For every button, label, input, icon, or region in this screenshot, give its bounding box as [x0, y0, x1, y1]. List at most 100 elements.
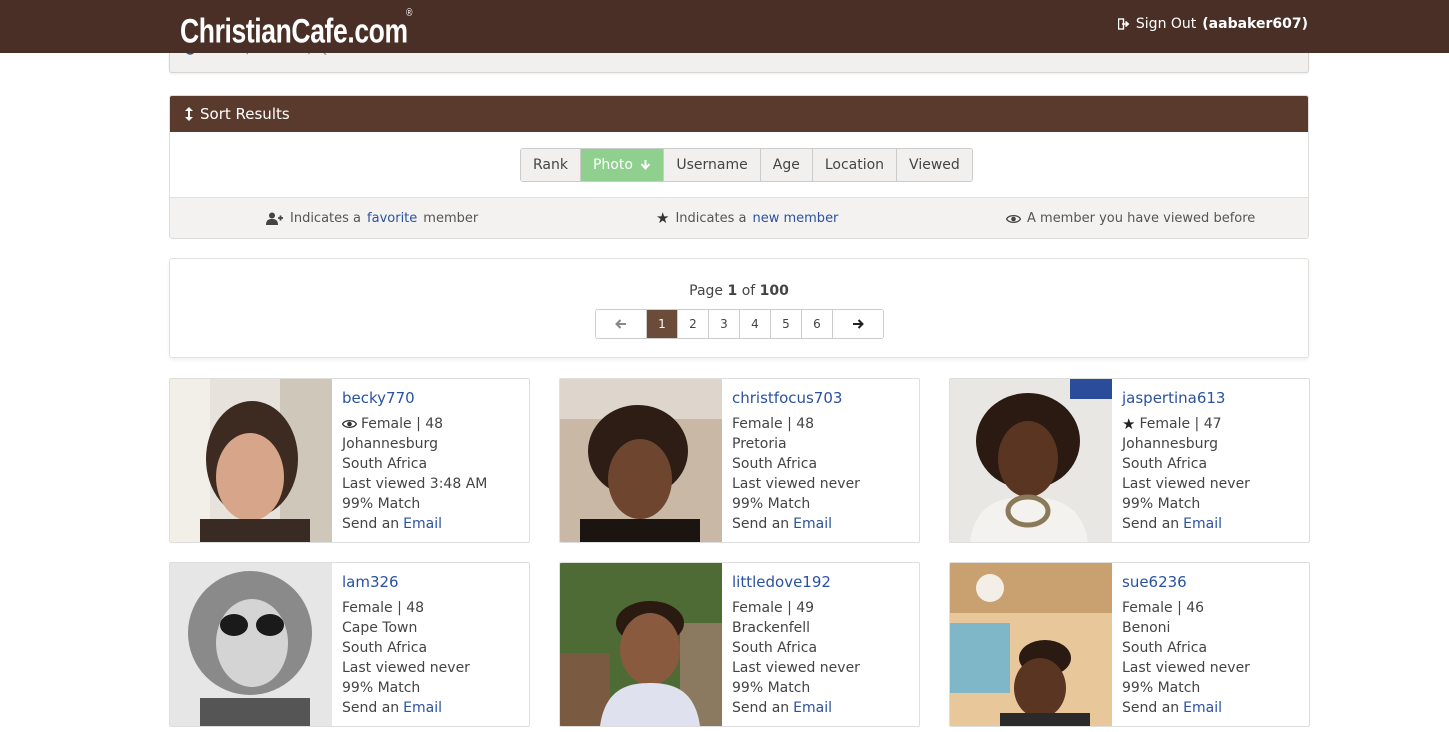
- page-6-button[interactable]: 6: [802, 310, 833, 338]
- sort-rank-button[interactable]: Rank: [521, 149, 581, 181]
- member-card: christfocus703 Female | 48 Pretoria Sout…: [559, 378, 920, 543]
- sort-username-button[interactable]: Username: [664, 149, 761, 181]
- member-city: Cape Town: [342, 620, 418, 636]
- sort-results-panel: Sort Results Rank Photo Username Age Loc…: [169, 95, 1309, 239]
- member-photo[interactable]: [950, 379, 1112, 542]
- member-username-link[interactable]: lam326: [342, 572, 470, 592]
- eye-icon: [342, 419, 357, 429]
- send-email-link[interactable]: Email: [1183, 514, 1222, 534]
- sort-button-group: Rank Photo Username Age Location Viewed: [520, 148, 973, 182]
- eye-icon: [1006, 214, 1021, 223]
- favorite-link[interactable]: favorite: [367, 211, 417, 226]
- member-country: South Africa: [342, 456, 428, 472]
- signed-in-username: (aabaker607): [1202, 16, 1308, 32]
- member-card: sue6236 Female | 46 Benoni South Africa …: [949, 562, 1310, 727]
- sort-results-title: Sort Results: [200, 105, 290, 123]
- member-city: Pretoria: [732, 436, 787, 452]
- registered-mark: ®: [406, 7, 413, 19]
- arrow-right-icon: [853, 319, 864, 329]
- member-send-email: Send an Email: [732, 698, 833, 718]
- member-info: jaspertina613 ★ Female | 47 Johannesburg…: [1122, 388, 1250, 534]
- new-member-link[interactable]: new member: [752, 211, 838, 226]
- send-email-link[interactable]: Email: [793, 514, 832, 534]
- member-gender-age: Female | 48: [342, 600, 425, 616]
- page-2-button[interactable]: 2: [678, 310, 709, 338]
- member-last-viewed: Last viewed never: [1122, 476, 1250, 492]
- arrow-down-icon: [641, 160, 651, 171]
- member-last-viewed: Last viewed never: [342, 660, 470, 676]
- member-send-email: Send an Email: [342, 514, 443, 534]
- sort-viewed-button[interactable]: Viewed: [897, 149, 972, 181]
- send-email-link[interactable]: Email: [1183, 698, 1222, 718]
- prev-page-button[interactable]: [596, 310, 647, 338]
- send-email-link[interactable]: Email: [403, 514, 442, 534]
- member-photo[interactable]: [950, 563, 1112, 726]
- member-username-link[interactable]: littledove192: [732, 572, 860, 592]
- member-send-email: Send an Email: [342, 698, 443, 718]
- page-1-button[interactable]: 1: [647, 310, 678, 338]
- sort-age-button[interactable]: Age: [760, 149, 813, 181]
- member-match: 99% Match: [1122, 680, 1201, 696]
- top-navbar: ChristianCafe.com® Sign Out (aabaker607): [0, 0, 1449, 53]
- member-city: Brackenfell: [732, 620, 811, 636]
- member-username-link[interactable]: christfocus703: [732, 388, 860, 408]
- member-photo[interactable]: [170, 379, 332, 542]
- member-match: 99% Match: [1122, 496, 1201, 512]
- sort-location-button[interactable]: Location: [812, 149, 898, 181]
- legend-bar: Indicates a favorite member ★ Indicates …: [170, 197, 1308, 238]
- member-last-viewed: Last viewed 3:48 AM: [342, 476, 488, 492]
- member-gender-age: ★ Female | 47: [1122, 415, 1222, 433]
- member-gender-age: Female | 48: [732, 416, 815, 432]
- sort-photo-button[interactable]: Photo: [580, 149, 665, 181]
- member-photo[interactable]: [560, 379, 722, 542]
- member-photo[interactable]: [170, 563, 332, 726]
- member-info: becky770 Female | 48 Johannesburg South …: [342, 388, 487, 534]
- member-country: South Africa: [1122, 640, 1208, 656]
- member-username-link[interactable]: jaspertina613: [1122, 388, 1250, 408]
- sign-out-link[interactable]: Sign Out (aabaker607): [1117, 16, 1308, 32]
- arrow-left-icon: [615, 319, 626, 329]
- member-last-viewed: Last viewed never: [732, 660, 860, 676]
- sign-out-icon: [1117, 18, 1130, 30]
- send-email-link[interactable]: Email: [793, 698, 832, 718]
- sort-results-header: Sort Results: [170, 96, 1308, 132]
- sort-photo-label: Photo: [592, 157, 633, 173]
- member-match: 99% Match: [342, 496, 421, 512]
- pagination-panel: Page 1 of 100 1 2 3 4 5 6: [169, 258, 1309, 358]
- member-country: South Africa: [732, 456, 818, 472]
- page-4-button[interactable]: 4: [740, 310, 771, 338]
- member-send-email: Send an Email: [1122, 698, 1223, 718]
- member-city: Johannesburg: [1122, 436, 1218, 452]
- site-logo[interactable]: ChristianCafe.com®: [180, 6, 414, 50]
- member-card: becky770 Female | 48 Johannesburg South …: [169, 378, 530, 543]
- member-last-viewed: Last viewed never: [1122, 660, 1250, 676]
- member-card: lam326 Female | 48 Cape Town South Afric…: [169, 562, 530, 727]
- member-gender-age: Female | 48: [342, 414, 487, 434]
- page-3-button[interactable]: 3: [709, 310, 740, 338]
- member-username-link[interactable]: becky770: [342, 388, 487, 408]
- member-country: South Africa: [1122, 456, 1208, 472]
- member-info: littledove192 Female | 49 Brackenfell So…: [732, 572, 860, 718]
- member-match: 99% Match: [732, 680, 811, 696]
- member-gender-age: Female | 49: [732, 600, 815, 616]
- member-photo[interactable]: [560, 563, 722, 726]
- page-5-button[interactable]: 5: [771, 310, 802, 338]
- star-icon: ★: [1122, 415, 1136, 433]
- member-country: South Africa: [342, 640, 428, 656]
- member-country: South Africa: [732, 640, 818, 656]
- member-info: sue6236 Female | 46 Benoni South Africa …: [1122, 572, 1250, 718]
- member-card: littledove192 Female | 49 Brackenfell So…: [559, 562, 920, 727]
- member-city: Benoni: [1122, 620, 1171, 636]
- member-username-link[interactable]: sue6236: [1122, 572, 1250, 592]
- member-send-email: Send an Email: [732, 514, 833, 534]
- sort-vertical-icon: [185, 107, 193, 121]
- member-info: christfocus703 Female | 48 Pretoria Sout…: [732, 388, 860, 534]
- total-pages: 100: [759, 283, 789, 299]
- star-icon: ★: [656, 209, 670, 227]
- send-email-link[interactable]: Email: [403, 698, 442, 718]
- member-last-viewed: Last viewed never: [732, 476, 860, 492]
- next-page-button[interactable]: [833, 310, 883, 338]
- page-indicator: Page 1 of 100: [689, 283, 789, 299]
- legend-new-member: ★ Indicates a new member: [656, 209, 839, 227]
- member-send-email: Send an Email: [1122, 514, 1223, 534]
